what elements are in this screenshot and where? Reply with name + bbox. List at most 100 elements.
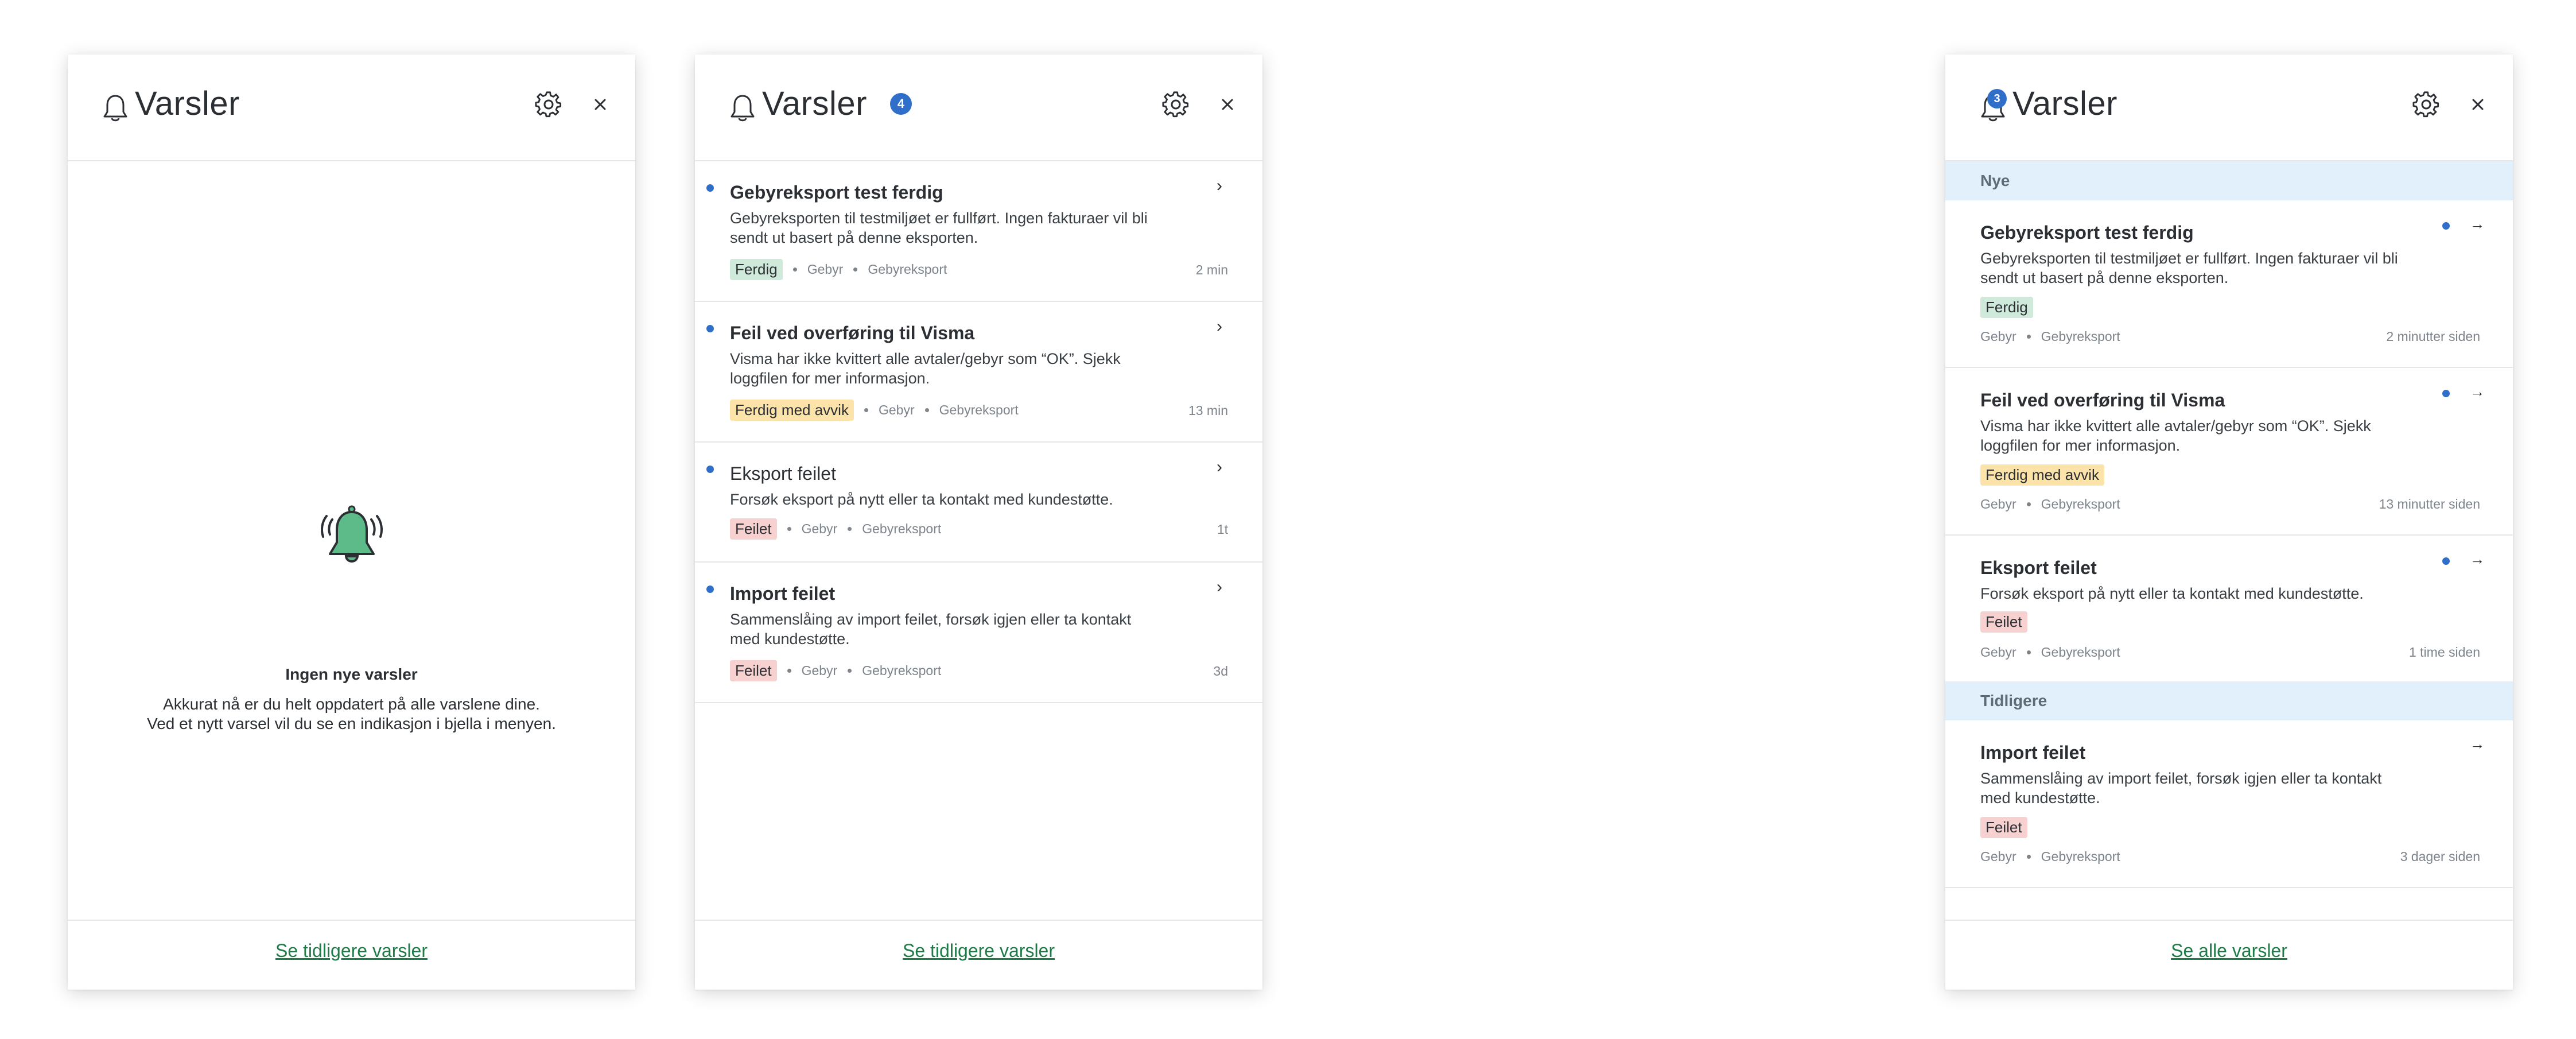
arrow-right-icon: →: [2470, 735, 2485, 753]
unread-dot: [2442, 557, 2450, 565]
notification-item[interactable]: Eksport feilet Forsøk eksport på nytt el…: [695, 443, 1262, 563]
notification-time: 13 minutter siden: [2379, 497, 2480, 511]
meta-category: Gebyr: [1980, 849, 2016, 864]
notification-description: Sammenslåing av import feilet, forsøk ig…: [730, 611, 1132, 648]
notification-title: Feil ved overføring til Visma: [1980, 390, 2225, 410]
notification-time: 3d: [1213, 664, 1228, 679]
close-icon[interactable]: [588, 92, 613, 117]
panel-title: Varsler: [2012, 85, 2117, 122]
gear-icon[interactable]: [2412, 91, 2440, 118]
meta-category: Gebyr: [1980, 497, 2016, 511]
meta-category: Gebyr: [807, 262, 844, 277]
status-tag: Feilet: [1980, 817, 2027, 838]
meta-type: Gebyreksport: [2041, 329, 2120, 344]
notification-title: Eksport feilet: [1980, 557, 2097, 578]
meta-category: Gebyr: [1980, 329, 2016, 344]
notification-meta: Ferdig Gebyr Gebyreksport: [730, 259, 947, 280]
notifications-panel-list: Varsler 4 Gebyreksport test ferdig Gebyr…: [695, 55, 1262, 990]
status-tag: Feilet: [730, 660, 777, 681]
meta-category: Gebyr: [1980, 645, 2016, 660]
section-header-earlier: Tidligere: [1945, 681, 2513, 720]
notification-title: Import feilet: [1980, 742, 2086, 763]
notification-title: Feil ved overføring til Visma: [730, 323, 975, 343]
panel-footer: Se tidligere varsler: [695, 920, 1262, 990]
panel-footer: Se alle varsler: [1945, 920, 2513, 990]
notification-meta: Gebyr Gebyreksport: [1980, 329, 2120, 344]
notification-time: 1t: [1217, 522, 1228, 537]
notification-description: Visma har ikke kvittert alle avtaler/geb…: [1980, 417, 2371, 454]
notification-meta: Feilet Gebyr Gebyreksport: [730, 518, 941, 540]
gear-icon[interactable]: [535, 91, 562, 118]
status-tag: Ferdig: [730, 259, 783, 280]
close-icon[interactable]: [1215, 92, 1240, 117]
notification-description: Gebyreksporten til testmiljøet er fullfø…: [1980, 250, 2398, 286]
notification-item[interactable]: Eksport feilet Forsøk eksport på nytt el…: [1945, 536, 2513, 683]
section-header-new: Nye: [1945, 161, 2513, 200]
notification-item[interactable]: Gebyreksport test ferdig Gebyreksporten …: [695, 161, 1262, 302]
notification-title: Gebyreksport test ferdig: [730, 182, 943, 203]
notification-meta: Gebyr Gebyreksport: [1980, 849, 2120, 864]
unread-count-badge: 4: [890, 93, 912, 115]
arrow-right-icon: →: [2470, 215, 2485, 232]
chevron-right-icon: ›: [1217, 577, 1222, 596]
notification-item[interactable]: Feil ved overføring til Visma Visma har …: [1945, 368, 2513, 536]
notification-time: 1 time siden: [2408, 645, 2480, 660]
unread-dot: [2442, 390, 2450, 397]
notification-time: 13 min: [1188, 403, 1228, 418]
notification-description: Gebyreksporten til testmiljøet er fullfø…: [730, 210, 1148, 246]
notification-meta: Gebyr Gebyreksport: [1980, 497, 2120, 512]
notifications-panel-empty: Varsler Ingen nye varsler Akkurat nå er …: [68, 55, 635, 990]
panel-header: Varsler: [68, 55, 635, 161]
notification-time: 2 minutter siden: [2386, 329, 2480, 344]
unread-dot: [706, 586, 714, 593]
notification-item[interactable]: Import feilet Sammenslåing av import fei…: [1945, 720, 2513, 888]
panel-title: Varsler: [762, 85, 867, 122]
see-all-link[interactable]: Se alle varsler: [2171, 940, 2287, 962]
chevron-right-icon: ›: [1217, 458, 1222, 476]
empty-description-line-1: Akkurat nå er du helt oppdatert på alle …: [163, 695, 540, 713]
status-tag: Ferdig med avvik: [1980, 464, 2104, 486]
meta-category: Gebyr: [878, 402, 915, 417]
section-label: Nye: [1980, 172, 2010, 189]
notification-title: Eksport feilet: [730, 463, 836, 484]
chevron-right-icon: ›: [1217, 317, 1222, 336]
bell-count-badge: 3: [1987, 89, 2007, 108]
unread-dot: [706, 184, 714, 192]
panel-header: Varsler 4: [695, 55, 1262, 161]
notification-meta: Ferdig med avvik Gebyr Gebyreksport: [730, 400, 1019, 421]
see-earlier-link[interactable]: Se tidligere varsler: [903, 940, 1055, 962]
notification-description: Visma har ikke kvittert alle avtaler/geb…: [730, 350, 1121, 387]
meta-category: Gebyr: [801, 663, 838, 678]
notification-description: Sammenslåing av import feilet, forsøk ig…: [1980, 770, 2382, 807]
notification-item[interactable]: Gebyreksport test ferdig Gebyreksporten …: [1945, 200, 2513, 368]
meta-type: Gebyreksport: [2041, 849, 2120, 864]
unread-dot: [706, 466, 714, 473]
gear-icon[interactable]: [1162, 91, 1190, 118]
notification-item[interactable]: Feil ved overføring til Visma Visma har …: [695, 302, 1262, 443]
empty-state: Ingen nye varsler Akkurat nå er du helt …: [68, 160, 635, 921]
notification-time: 2 min: [1195, 262, 1228, 277]
arrow-right-icon: →: [2470, 550, 2485, 568]
notification-item[interactable]: Import feilet Sammenslåing av import fei…: [695, 563, 1262, 703]
status-tag: Ferdig: [1980, 297, 2033, 318]
empty-title: Ingen nye varsler: [285, 665, 418, 683]
notification-meta: Gebyr Gebyreksport: [1980, 645, 2120, 660]
meta-type: Gebyreksport: [939, 402, 1019, 417]
panel-header: 3 Varsler: [1945, 55, 2513, 161]
bell-icon: [103, 95, 127, 122]
meta-category: Gebyr: [801, 521, 838, 536]
ringing-bell-icon: [321, 505, 383, 563]
see-earlier-link[interactable]: Se tidligere varsler: [275, 940, 428, 962]
status-tag: Feilet: [730, 518, 777, 540]
notification-title: Gebyreksport test ferdig: [1980, 222, 2194, 243]
notification-description: Forsøk eksport på nytt eller ta kontakt …: [1980, 585, 2364, 602]
bell-icon: [731, 95, 755, 122]
section-label: Tidligere: [1980, 692, 2047, 710]
notification-time: 3 dager siden: [2400, 849, 2480, 864]
meta-type: Gebyreksport: [2041, 645, 2120, 660]
empty-description-line-2: Ved et nytt varsel vil du se en indikasj…: [147, 715, 556, 732]
notification-meta: Feilet Gebyr Gebyreksport: [730, 660, 941, 681]
meta-type: Gebyreksport: [2041, 497, 2120, 511]
close-icon[interactable]: [2465, 92, 2490, 117]
meta-type: Gebyreksport: [862, 663, 942, 678]
